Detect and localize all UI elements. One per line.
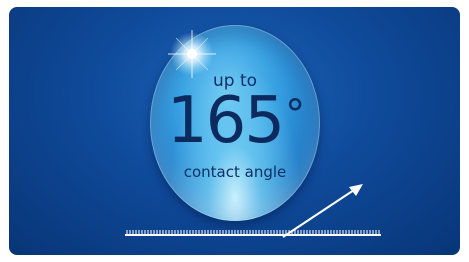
- contact-angle-banner: up to 165° contact angle: [9, 7, 460, 255]
- angle-value: 165°: [150, 89, 320, 153]
- degree-symbol: °: [285, 92, 305, 138]
- angle-number: 165: [166, 84, 285, 158]
- arrow-icon: [282, 184, 363, 238]
